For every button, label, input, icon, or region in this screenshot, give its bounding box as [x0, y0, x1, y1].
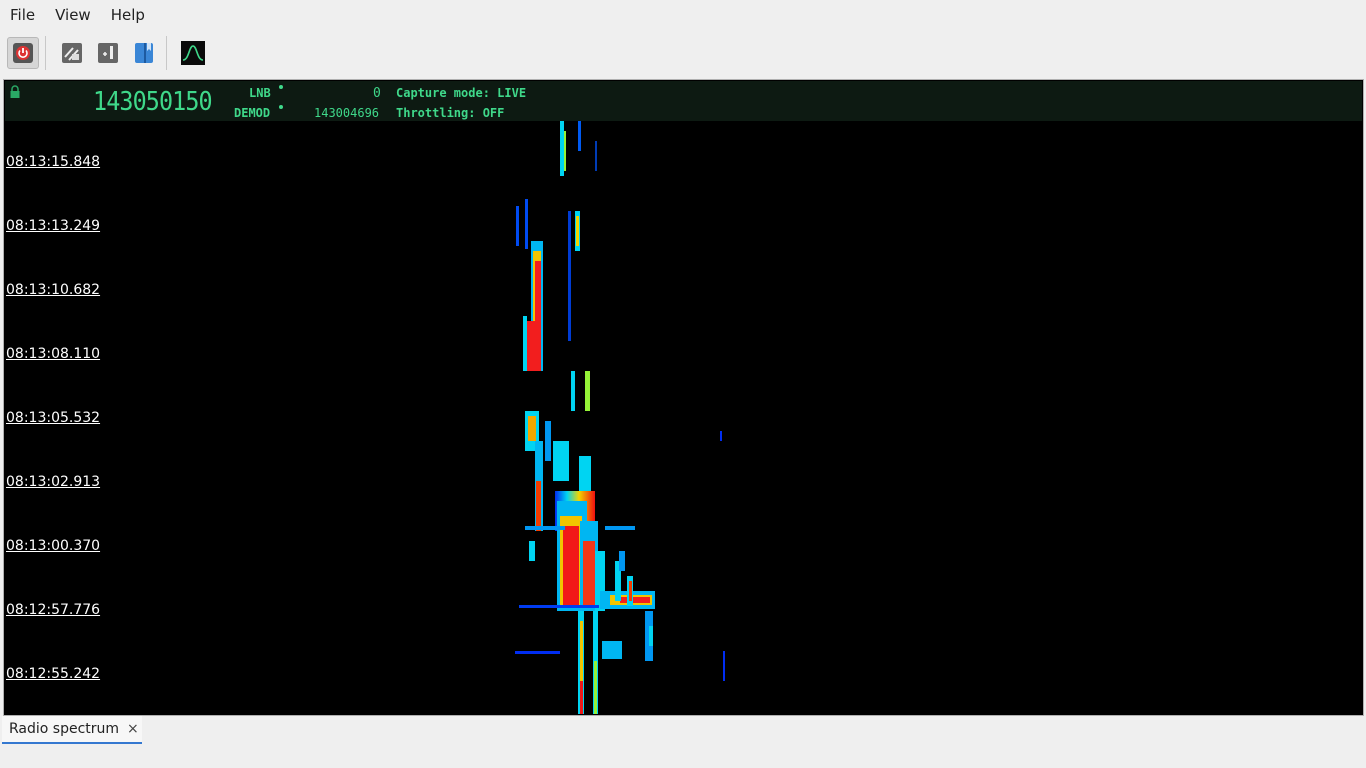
capture-mode: Capture mode: LIVE	[396, 86, 527, 100]
timestamp-label: 08:13:00.370	[6, 538, 101, 554]
panorama-icon	[98, 43, 118, 63]
timestamp-label: 08:13:05.532	[6, 410, 101, 426]
throttling-status: Throttling: OFF	[396, 106, 505, 120]
lnb-lock-icon[interactable]	[279, 85, 283, 89]
timestamp-label: 08:12:57.776	[6, 602, 101, 618]
waterfall-image	[515, 121, 725, 714]
toolbar-separator	[166, 36, 167, 70]
center-frequency[interactable]: 143050150	[93, 87, 213, 117]
timestamp-label: 08:12:55.242	[6, 666, 101, 682]
power-icon	[13, 43, 33, 63]
power-button[interactable]	[7, 37, 39, 69]
bookmarks-button[interactable]	[128, 37, 160, 69]
timestamp-label: 08:13:10.682	[6, 282, 101, 298]
menu-help[interactable]: Help	[101, 6, 155, 24]
panoramic-button[interactable]	[92, 37, 124, 69]
demod-lock-icon[interactable]	[279, 105, 283, 109]
lnb-label: LNB	[249, 86, 271, 100]
timestamp-label: 08:13:13.249	[6, 218, 101, 234]
sliders-icon	[62, 43, 82, 63]
toolbar-separator	[45, 36, 46, 70]
spectrum-panel: 143050150 LNB 0 DEMOD 143004696 Capture …	[3, 79, 1364, 716]
spectrum-button[interactable]	[177, 37, 209, 69]
lnb-value[interactable]: 0	[373, 86, 381, 101]
timestamp-label: 08:13:15.848	[6, 154, 101, 170]
bookmark-icon	[135, 43, 153, 63]
demod-label: DEMOD	[234, 106, 271, 120]
tab-bar: Radio spectrum ×	[0, 716, 1366, 744]
spectrum-icon	[181, 41, 205, 65]
close-icon[interactable]: ×	[127, 721, 139, 737]
menu-view[interactable]: View	[45, 6, 101, 24]
timestamp-label: 08:13:08.110	[6, 346, 101, 362]
toolbar	[0, 30, 1366, 76]
settings-button[interactable]	[56, 37, 88, 69]
tab-label: Radio spectrum	[9, 721, 120, 737]
tab-radio-spectrum[interactable]: Radio spectrum ×	[2, 716, 142, 744]
menu-bar: File View Help	[0, 0, 1366, 30]
demod-value[interactable]: 143004696	[314, 106, 379, 120]
menu-file[interactable]: File	[0, 6, 45, 24]
frequency-header: 143050150 LNB 0 DEMOD 143004696 Capture …	[5, 81, 1362, 121]
waterfall-display[interactable]: 08:13:15.848 08:13:13.249 08:13:10.682 0…	[5, 121, 1362, 714]
timestamp-label: 08:13:02.913	[6, 474, 101, 490]
lock-icon[interactable]	[9, 85, 21, 99]
